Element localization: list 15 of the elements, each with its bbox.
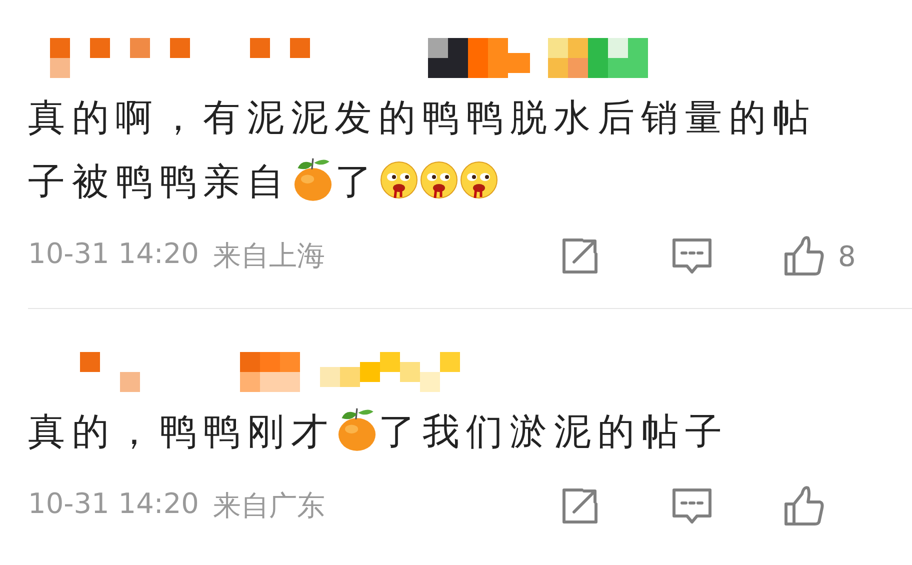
comment-text: 真的啊，有泥泥发的鸭鸭脱水后销量的帖 xyxy=(28,96,816,139)
crying-emoji-icon xyxy=(378,160,419,200)
comment-time: 10-31 14:20 xyxy=(28,237,199,272)
thumbs-up-icon[interactable] xyxy=(782,234,826,278)
crying-emoji-icon xyxy=(418,160,459,200)
comment-time: 10-31 14:20 xyxy=(28,487,199,522)
thumbs-up-icon[interactable] xyxy=(782,484,826,528)
comment-text: 了 xyxy=(334,160,379,203)
comment-location: 来自广东 xyxy=(212,488,325,524)
comment-text: 了我们淤泥的帖子 xyxy=(378,410,730,453)
comment-text: 真的，鸭鸭刚才 xyxy=(28,410,335,453)
crying-emoji-icon xyxy=(458,160,499,200)
comment-location: 来自上海 xyxy=(212,238,325,274)
comment-text: 子被鸭鸭亲自 xyxy=(28,160,291,203)
like-count: 8 xyxy=(838,240,856,272)
